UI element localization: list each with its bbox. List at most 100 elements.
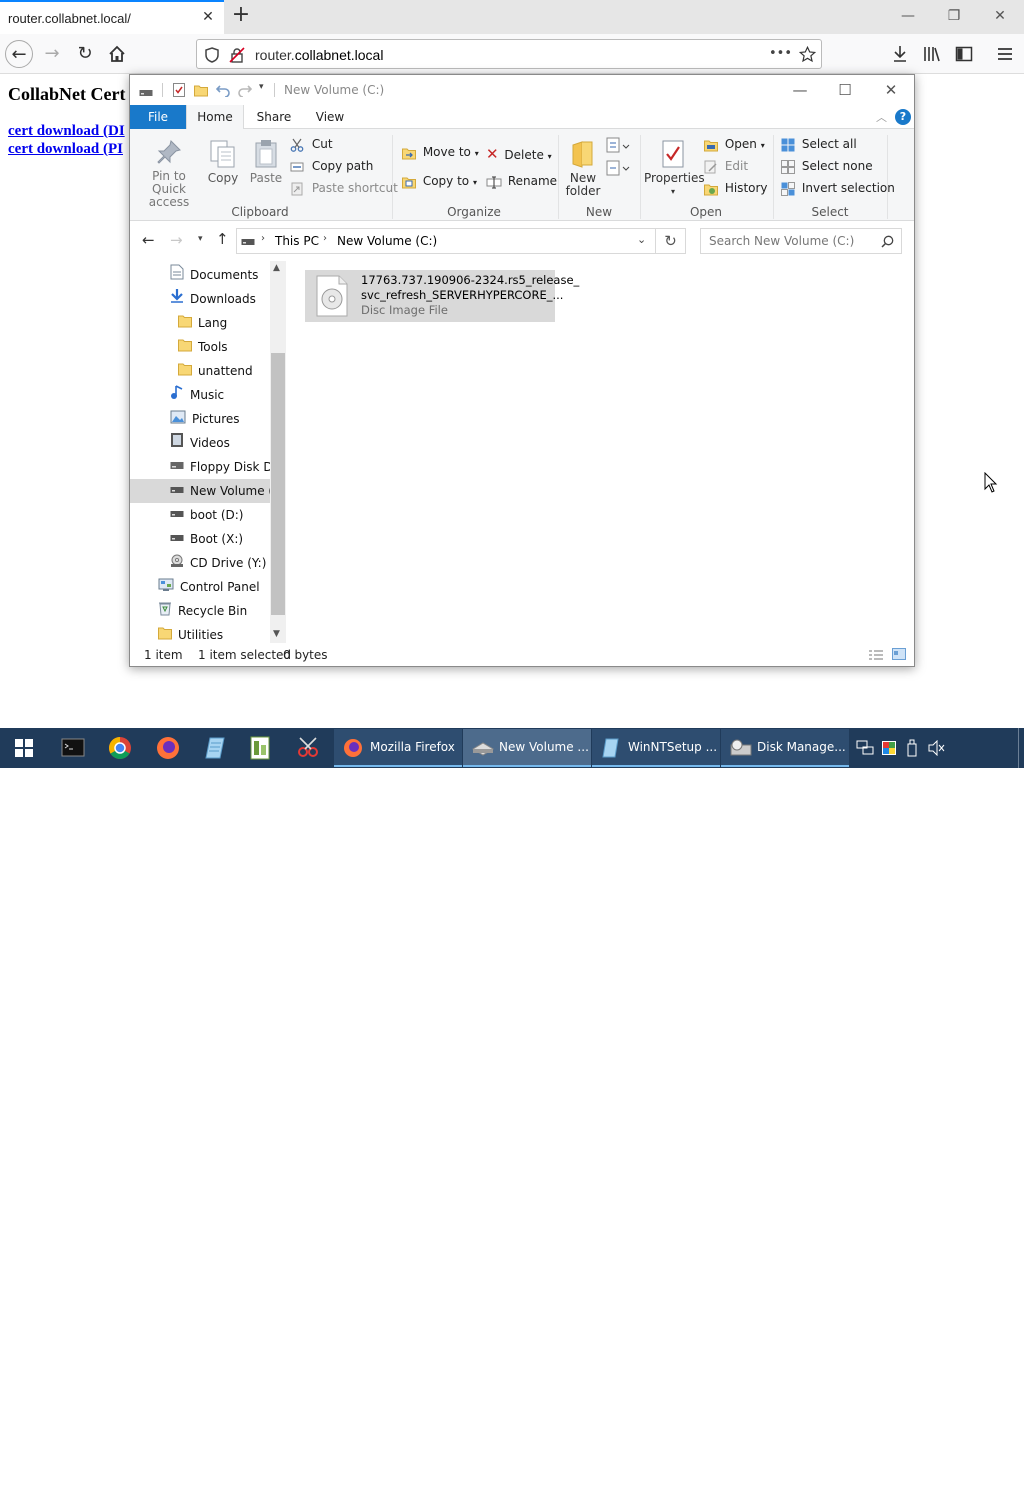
new-item-button[interactable] xyxy=(606,137,630,158)
network-icon[interactable] xyxy=(856,740,874,756)
clock-time[interactable]: 4:27 AM xyxy=(955,1460,1007,1474)
undo-icon[interactable] xyxy=(216,83,230,97)
back-arrow-icon[interactable]: ← xyxy=(142,231,155,249)
copy-button[interactable]: Copy xyxy=(206,139,240,185)
select-all-button[interactable]: Select all xyxy=(781,137,857,152)
close-window-icon[interactable]: ✕ xyxy=(990,6,1010,26)
details-view-icon[interactable] xyxy=(868,649,884,661)
history-button[interactable]: History xyxy=(704,181,768,196)
usb-device-icon[interactable] xyxy=(906,739,918,757)
nav-item[interactable]: unattend xyxy=(178,359,253,383)
tab-file[interactable]: File xyxy=(130,105,186,129)
nav-item[interactable]: Utilities xyxy=(158,623,223,643)
address-dropdown-chevron-icon[interactable]: ⌄ xyxy=(637,233,646,246)
setup-tool-taskbar-icon[interactable] xyxy=(240,732,280,764)
restore-icon[interactable]: ❐ xyxy=(944,6,964,26)
url-bar[interactable]: router.collabnet.local ••• xyxy=(196,39,822,69)
nav-pane-scrollbar[interactable]: ▲ ▼ xyxy=(270,261,286,643)
help-icon[interactable]: ? xyxy=(895,109,911,125)
copy-to-button[interactable]: Copy to ▾ xyxy=(402,174,477,189)
cert-download-link-2[interactable]: cert download (PI xyxy=(8,141,123,158)
scrollbar-thumb[interactable] xyxy=(271,353,285,615)
address-bar[interactable]: › This PC › New Volume (C:) ⌄ xyxy=(236,228,656,254)
nav-item[interactable]: Control Panel xyxy=(158,575,260,599)
minimize-icon[interactable]: — xyxy=(898,6,918,26)
up-arrow-icon[interactable]: ↑ xyxy=(216,230,229,248)
refresh-icon[interactable]: ↻ xyxy=(656,228,686,254)
scroll-up-chevron-icon[interactable]: ▲ xyxy=(273,263,280,273)
insecure-lock-icon[interactable] xyxy=(229,47,245,63)
nav-item[interactable]: Tools xyxy=(178,335,228,359)
nav-item[interactable]: Downloads xyxy=(170,287,256,311)
show-desktop-button[interactable] xyxy=(1018,728,1019,768)
chrome-taskbar-icon[interactable] xyxy=(100,732,140,764)
scroll-down-chevron-icon[interactable]: ▼ xyxy=(273,629,280,639)
breadcrumb-chevron-icon[interactable]: › xyxy=(323,233,327,244)
nav-item[interactable]: CD Drive (Y:) H xyxy=(170,551,279,575)
back-arrow-icon[interactable]: ← xyxy=(5,40,33,68)
clock-date[interactable]: 7/3/2022 xyxy=(955,1478,1009,1492)
library-icon[interactable] xyxy=(923,45,941,63)
nav-item[interactable]: Recycle Bin xyxy=(158,599,247,623)
nav-item[interactable]: Documents xyxy=(170,263,258,287)
tiles-view-icon[interactable] xyxy=(892,648,906,660)
select-none-button[interactable]: Select none xyxy=(781,159,873,174)
move-to-button[interactable]: Move to ▾ xyxy=(402,145,479,160)
breadcrumb-this-pc[interactable]: This PC xyxy=(275,234,319,248)
tab-share[interactable]: Share xyxy=(246,105,302,129)
recent-locations-chevron-icon[interactable]: ▾ xyxy=(198,234,203,244)
command-prompt-taskbar-icon[interactable] xyxy=(52,732,92,764)
new-folder-icon[interactable] xyxy=(194,83,208,97)
redo-icon[interactable] xyxy=(238,83,252,97)
search-icon[interactable] xyxy=(881,235,894,248)
open-button[interactable]: Open ▾ xyxy=(704,137,765,152)
new-folder-button[interactable]: New folder xyxy=(564,139,602,198)
downloads-arrow-icon[interactable] xyxy=(892,45,908,63)
nav-item[interactable]: Music xyxy=(170,383,224,407)
nav-item[interactable]: boot (D:) xyxy=(170,503,243,527)
paste-shortcut-button[interactable]: Paste shortcut xyxy=(290,181,398,196)
close-icon[interactable]: ✕ xyxy=(881,80,901,100)
minimize-icon[interactable]: — xyxy=(790,80,810,100)
copy-path-button[interactable]: Copy path xyxy=(290,159,373,174)
breadcrumb-new-volume[interactable]: New Volume (C:) xyxy=(337,234,437,248)
url-text[interactable]: router.collabnet.local xyxy=(255,47,383,63)
edit-button[interactable]: Edit xyxy=(704,159,748,174)
nav-item[interactable]: Floppy Disk Dri xyxy=(170,455,281,479)
maximize-icon[interactable]: ☐ xyxy=(835,80,855,100)
page-actions-icon[interactable]: ••• xyxy=(769,46,792,61)
nav-item[interactable]: Boot (X:) xyxy=(170,527,243,551)
customize-qat-chevron-icon[interactable]: ▾ xyxy=(259,82,264,92)
home-icon[interactable] xyxy=(103,40,131,68)
invert-selection-button[interactable]: Invert selection xyxy=(781,181,895,196)
hamburger-menu-icon[interactable] xyxy=(996,45,1014,63)
start-button[interactable] xyxy=(4,732,44,764)
tab-home[interactable]: Home xyxy=(186,105,244,130)
snipping-tool-taskbar-icon[interactable] xyxy=(288,732,328,764)
breadcrumb-chevron-icon[interactable]: › xyxy=(261,233,265,244)
cert-download-link-1[interactable]: cert download (DI xyxy=(8,123,125,140)
pin-to-quick-access-button[interactable]: Pin to Quick access xyxy=(136,139,202,209)
taskbar-button-explorer[interactable]: New Volume ... xyxy=(463,729,591,767)
display-color-icon[interactable] xyxy=(881,740,897,756)
notepad-taskbar-icon[interactable] xyxy=(196,732,236,764)
delete-button[interactable]: ✕ Delete ▾ xyxy=(486,145,552,163)
paste-button[interactable]: Paste xyxy=(248,139,284,185)
taskbar-button-winntsetup[interactable]: WinNTSetup ... xyxy=(592,729,720,767)
nav-item[interactable]: Lang xyxy=(178,311,227,335)
rename-button[interactable]: Rename xyxy=(486,174,557,189)
tab-view[interactable]: View xyxy=(302,105,358,129)
search-input[interactable]: Search New Volume (C:) xyxy=(700,228,902,254)
taskbar-button-disk-management[interactable]: Disk Manage... xyxy=(721,729,849,767)
nav-item[interactable]: Videos xyxy=(170,431,230,455)
nav-item[interactable]: New Volume (C xyxy=(130,479,282,503)
volume-muted-icon[interactable] xyxy=(928,740,946,756)
new-tab-icon[interactable]: + xyxy=(230,4,252,27)
shield-icon[interactable] xyxy=(205,47,219,63)
taskbar-button-firefox[interactable]: Mozilla Firefox xyxy=(334,729,462,767)
file-item[interactable]: 17763.737.190906-2324.rs5_release_ svc_r… xyxy=(305,270,579,322)
properties-check-icon[interactable] xyxy=(172,83,186,97)
sidebar-icon[interactable] xyxy=(955,45,973,63)
collapse-ribbon-chevron-icon[interactable]: ︿ xyxy=(876,109,887,125)
reload-icon[interactable]: ↻ xyxy=(71,40,99,68)
